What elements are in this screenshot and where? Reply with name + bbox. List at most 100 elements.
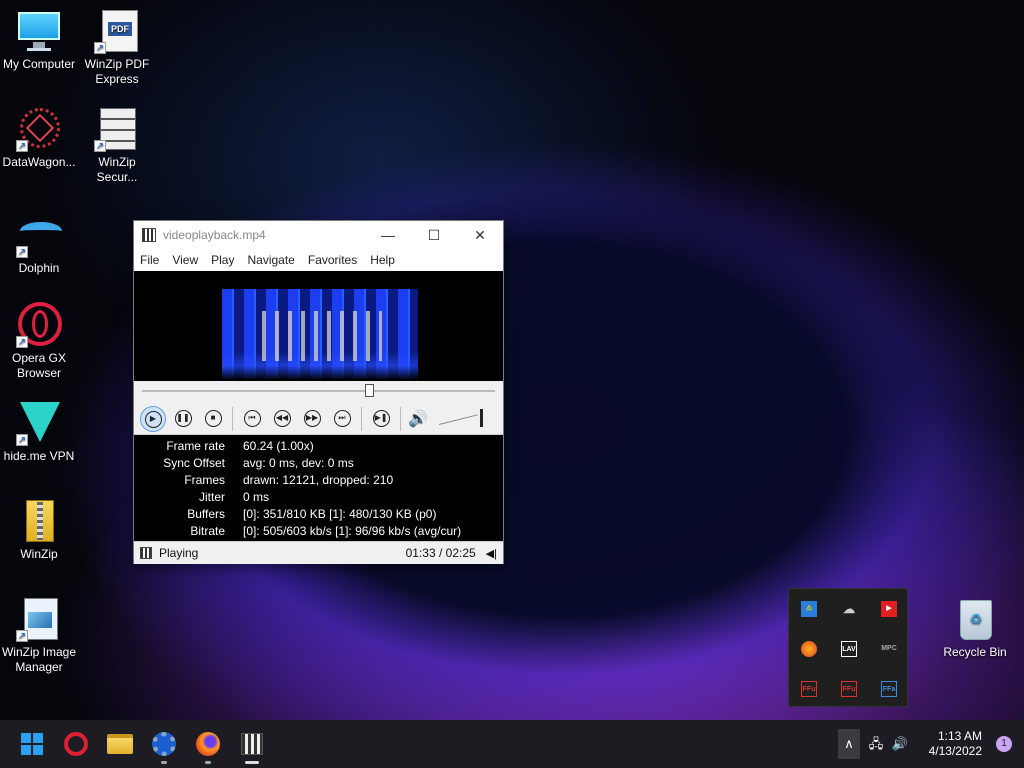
desktop-icon-label: WinZip Secur...	[96, 155, 138, 184]
stat-key: Frames	[184, 473, 225, 487]
volume-icon[interactable]: 🔊	[888, 720, 912, 768]
shortcut-arrow-icon: ↗	[16, 434, 28, 446]
pause-button[interactable]: ❚❚	[170, 406, 196, 432]
play-button[interactable]: ▶	[140, 405, 166, 432]
seek-bar[interactable]	[134, 381, 503, 403]
desktop-icon-dolphin[interactable]: ↗ Dolphin	[0, 212, 78, 276]
network-icon[interactable]: 🖧	[864, 720, 888, 768]
playback-status: Playing	[159, 546, 199, 560]
stat-key: Frame rate	[166, 439, 225, 453]
desktop-icon-label: My Computer	[2, 57, 76, 71]
video-area[interactable]	[134, 271, 503, 381]
datawagon-icon: ↗	[16, 106, 62, 152]
stop-icon: ■	[204, 410, 222, 428]
taskbar-media-player[interactable]	[230, 720, 274, 768]
ffu-icon[interactable]: FFu	[829, 669, 869, 709]
youtube-icon[interactable]: ▶	[869, 589, 909, 629]
seek-thumb[interactable]	[364, 384, 374, 397]
menu-help[interactable]: Help	[370, 253, 395, 267]
stat-value: 60.24 (1.00x)	[243, 439, 314, 453]
rewind-button[interactable]: ◀◀	[269, 406, 295, 432]
playback-time: 01:33 / 02:25	[405, 546, 476, 560]
frame-step-button[interactable]: ▶❚	[368, 406, 394, 432]
desktop-icon-datawagon[interactable]: ↗ DataWagon...	[0, 106, 78, 170]
stat-value: 0 ms	[243, 490, 270, 504]
clock[interactable]: 1:13 AM 4/13/2022	[916, 729, 982, 759]
status-bar: Playing 01:33 / 02:25 ◀|	[134, 541, 503, 564]
media-player-icon	[241, 733, 263, 755]
shortcut-arrow-icon: ↗	[16, 630, 28, 642]
start-button[interactable]	[10, 720, 54, 768]
next-button[interactable]: ⏭	[329, 406, 355, 432]
frame-step-icon: ▶❚	[372, 410, 390, 428]
lav-icon[interactable]: LAV	[829, 629, 869, 669]
ffa-icon[interactable]: FFa	[869, 669, 909, 709]
fast-forward-icon: ▶▶	[303, 410, 321, 428]
separator	[361, 406, 362, 431]
menu-file[interactable]: File	[140, 253, 159, 267]
desktop-icon-winzip-pdf[interactable]: PDF ↗ WinZip PDF Express	[78, 8, 156, 87]
running-indicator	[161, 761, 167, 764]
hideme-vpn-icon: ↗	[16, 400, 62, 446]
file-explorer-icon	[107, 734, 133, 754]
active-indicator	[245, 761, 259, 764]
shortcut-arrow-icon: ↗	[16, 140, 28, 152]
stat-value: [0]: 351/810 KB [1]: 480/130 KB (p0)	[243, 507, 437, 521]
taskbar-settings[interactable]	[142, 720, 186, 768]
desktop-icon-recycle-bin[interactable]: ♻ Recycle Bin	[936, 596, 1014, 660]
mpc-icon[interactable]: MPC	[869, 629, 909, 669]
stat-value: avg: 0 ms, dev: 0 ms	[243, 456, 354, 470]
opera-gx-icon: ↗	[16, 302, 62, 348]
volume-thumb[interactable]	[480, 408, 483, 427]
clock-time: 1:13 AM	[937, 729, 982, 743]
maximize-button[interactable]: ☐	[411, 221, 457, 249]
onedrive-off-icon[interactable]: ☁	[829, 589, 869, 629]
stat-row: Frame rate 60.24 (1.00x)	[134, 438, 503, 455]
play-icon: ▶	[144, 411, 162, 429]
menu-bar: File View Play Navigate Favorites Help	[134, 249, 503, 271]
notification-badge[interactable]: 1	[996, 736, 1012, 752]
volume-slider[interactable]	[438, 408, 483, 429]
dolphin-icon: ↗	[16, 212, 62, 258]
playback-controls: ▶ ❚❚ ■ ⏮ ◀◀ ▶▶ ⏭ ▶❚ 🔊	[134, 403, 503, 435]
previous-button[interactable]: ⏮	[239, 406, 265, 432]
shortcut-arrow-icon: ↗	[94, 42, 106, 54]
menu-navigate[interactable]: Navigate	[247, 253, 294, 267]
taskbar-firefox[interactable]	[186, 720, 230, 768]
speaker-icon[interactable]: 🔊	[405, 409, 431, 429]
desktop-icon-winzip[interactable]: WinZip	[0, 498, 78, 562]
stat-value: drawn: 12121, dropped: 210	[243, 473, 394, 487]
volume-ramp	[438, 413, 478, 425]
video-frame	[222, 289, 418, 379]
firefox-icon	[196, 732, 220, 756]
audio-status-icon: ◀|	[485, 547, 497, 560]
ffu-icon[interactable]: FFu	[789, 669, 829, 709]
stat-row: Jitter 0 ms	[134, 489, 503, 506]
desktop-icon-winzip-image-manager[interactable]: ↗ WinZip Image Manager	[0, 596, 78, 675]
desktop-icon-opera-gx[interactable]: ↗ Opera GX Browser	[0, 302, 78, 381]
media-player-app-icon	[142, 228, 156, 242]
title-bar[interactable]: videoplayback.mp4 — ☐ ✕	[134, 221, 503, 249]
close-button[interactable]: ✕	[457, 221, 503, 249]
skip-back-icon: ⏮	[243, 410, 261, 428]
desktop-icon-label: DataWagon...	[2, 155, 76, 169]
stat-row: Sync Offset avg: 0 ms, dev: 0 ms	[134, 455, 503, 472]
winzip-image-manager-icon: ↗	[16, 596, 62, 642]
desktop-icon-label: WinZip PDF Express	[84, 57, 150, 86]
fast-forward-button[interactable]: ▶▶	[299, 406, 325, 432]
menu-view[interactable]: View	[172, 253, 198, 267]
minimize-button[interactable]: —	[365, 221, 411, 249]
desktop-icon-my-computer[interactable]: My Computer	[0, 8, 78, 72]
desktop-icon-winzip-secure[interactable]: ↗ WinZip Secur...	[78, 106, 156, 185]
firefox-icon[interactable]	[789, 629, 829, 669]
shortcut-arrow-icon: ↗	[16, 336, 28, 348]
menu-play[interactable]: Play	[211, 253, 234, 267]
statistics-panel: Frame rate 60.24 (1.00x) Sync Offset avg: …	[134, 435, 503, 541]
desktop-icon-hideme-vpn[interactable]: ↗ hide.me VPN	[0, 400, 78, 464]
defender-warning-icon[interactable]: ⚠	[789, 589, 829, 629]
menu-favorites[interactable]: Favorites	[308, 253, 357, 267]
show-hidden-icons-button[interactable]: ∧	[838, 729, 860, 759]
taskbar-opera[interactable]	[54, 720, 98, 768]
taskbar-file-explorer[interactable]	[98, 720, 142, 768]
stop-button[interactable]: ■	[200, 406, 226, 432]
